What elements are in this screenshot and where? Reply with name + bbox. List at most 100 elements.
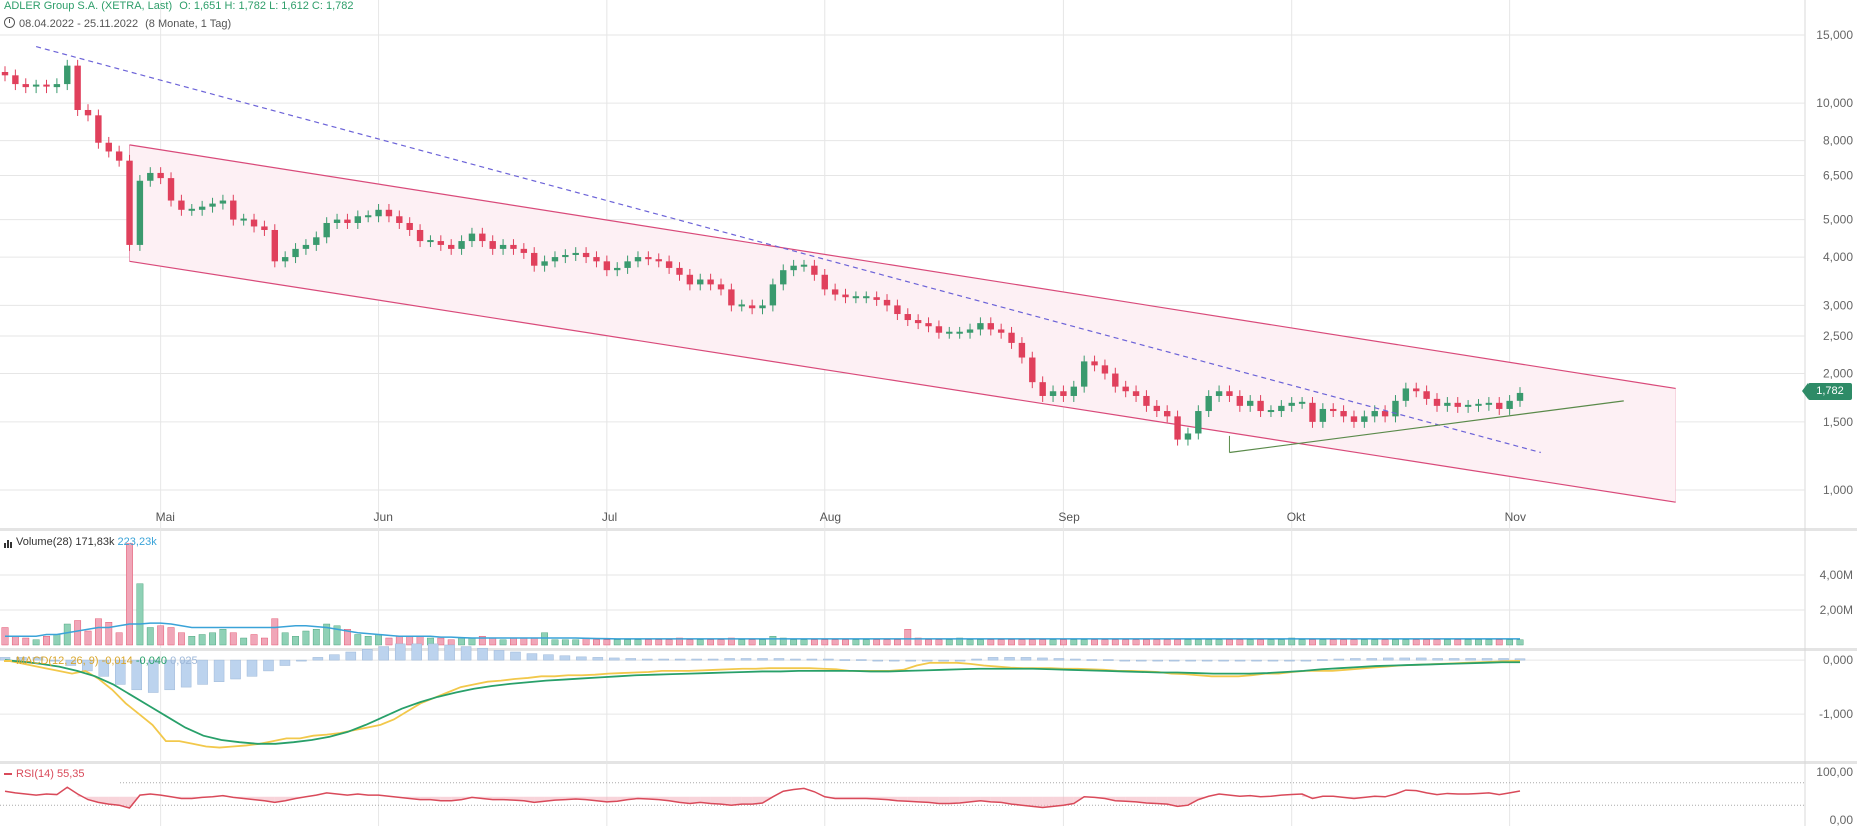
candle-body — [780, 270, 787, 285]
candle-body — [842, 294, 849, 298]
candle-body — [198, 206, 206, 210]
volume-value: 171,83k — [75, 536, 115, 548]
macd-histogram-bar — [1432, 658, 1443, 661]
macd-histogram-bar — [823, 658, 834, 661]
volume-bar — [1475, 639, 1482, 646]
candle-body — [147, 172, 154, 181]
volume-label: Volume(28) — [16, 536, 73, 548]
macd-histogram-bar — [1415, 657, 1427, 661]
volume-bar — [261, 637, 268, 646]
volume-bar — [1319, 639, 1327, 646]
macd-histogram-bar — [839, 659, 851, 661]
chart-canvas[interactable]: Mai Jun Jul Aug Sep Okt Nov 15,000 10,000 8,000 6,… — [0, 0, 1857, 826]
macd-histogram-bar — [1300, 659, 1312, 662]
volume-bar — [852, 639, 860, 646]
candle-body — [510, 244, 517, 249]
volume-bar — [1464, 639, 1472, 646]
candle-body — [925, 323, 932, 327]
candle-body — [406, 222, 413, 230]
macd-swatch-icon — [4, 660, 12, 663]
macd-histogram-bar — [1020, 657, 1032, 661]
candle-body — [997, 329, 1005, 333]
price-tick-label: 3,000 — [1823, 298, 1853, 312]
volume-bar — [1049, 639, 1057, 646]
macd-histogram-bar — [1004, 657, 1015, 661]
candle-body — [707, 279, 714, 285]
macd-histogram-bar — [773, 658, 785, 661]
rsi-legend[interactable]: RSI(14) 55,35 — [4, 768, 85, 780]
macd-histogram-bar — [444, 644, 455, 661]
macd-histogram-bar — [493, 650, 505, 661]
candle-body — [946, 331, 953, 334]
candle-body — [520, 248, 528, 253]
candle-body — [12, 75, 19, 85]
volume-bar — [655, 639, 663, 646]
volume-bar — [561, 639, 569, 646]
volume-bar — [167, 627, 175, 646]
volume-bar — [229, 632, 237, 646]
candle-body — [416, 229, 424, 242]
volume-bar — [935, 639, 943, 646]
candle-body — [1288, 402, 1295, 406]
macd-histogram-bar — [411, 643, 422, 661]
volume-bar — [1485, 639, 1493, 646]
candle-body — [32, 84, 40, 87]
macd-tick-label: 0,000 — [1823, 653, 1853, 667]
volume-bar — [1236, 639, 1244, 646]
candle-body — [115, 151, 123, 161]
macd-histogram-bar — [757, 658, 768, 661]
candle-body — [697, 279, 704, 285]
volume-bar — [1101, 639, 1109, 646]
volume-bar — [603, 639, 611, 646]
volume-bar — [644, 639, 652, 646]
volume-bar — [302, 630, 310, 646]
volume-bar — [862, 639, 870, 646]
volume-bar — [945, 639, 953, 646]
macd-histogram-bar — [477, 647, 488, 661]
volume-bar — [810, 639, 818, 646]
chart-title-line: ADLER Group S.A. (XETRA, Last) O: 1,651 … — [4, 0, 353, 12]
volume-legend[interactable]: Volume(28) 171,83k 223,23k — [4, 536, 157, 548]
macd-histogram-bar — [576, 656, 587, 661]
candle-body — [1361, 416, 1368, 422]
candle-body — [1153, 405, 1161, 412]
volume-bar — [1215, 639, 1223, 646]
macd-histogram-bar — [394, 643, 406, 661]
macd-histogram-bar — [345, 651, 357, 661]
macd-legend[interactable]: MACD(12, 26, 9) -0,014 -0,040 0,025 — [4, 655, 198, 667]
macd-histogram-bar — [806, 658, 818, 661]
volume-bar — [1039, 639, 1047, 646]
candle-body — [375, 209, 382, 217]
candle-body — [313, 237, 320, 245]
macd-histogram-bar — [1481, 658, 1493, 661]
macd-histogram-bar — [1201, 659, 1213, 662]
volume-bar — [1132, 639, 1140, 646]
macd-histogram-bar — [790, 658, 801, 661]
volume-bar — [1402, 639, 1410, 646]
macd-histogram-bar — [1168, 659, 1180, 662]
volume-bar — [250, 634, 258, 646]
macd-histogram-bar — [1086, 659, 1098, 661]
candle-body — [1226, 391, 1233, 396]
candle-body — [1402, 388, 1410, 401]
volume-bar — [520, 637, 528, 646]
candle-body — [1018, 342, 1026, 358]
candle-body — [593, 257, 600, 262]
candle-body — [582, 252, 590, 258]
macd-histogram-bar — [1136, 659, 1147, 662]
candle-body — [1195, 411, 1202, 434]
volume-bar — [624, 639, 632, 646]
volume-bar — [707, 639, 715, 646]
bar-chart-icon — [4, 536, 13, 548]
volume-bar — [1350, 639, 1358, 646]
candle-body — [1278, 405, 1285, 412]
price-tick-label: 2,500 — [1823, 329, 1853, 343]
volume-tick-label: 2,00M — [1820, 603, 1853, 617]
macd-histogram-bar — [230, 659, 241, 680]
candle-body — [271, 229, 278, 262]
volume-bar — [572, 639, 580, 646]
macd-histogram-bar — [658, 658, 669, 661]
candle-body — [136, 180, 144, 245]
candle-body — [95, 115, 102, 143]
volume-bar — [271, 618, 279, 646]
